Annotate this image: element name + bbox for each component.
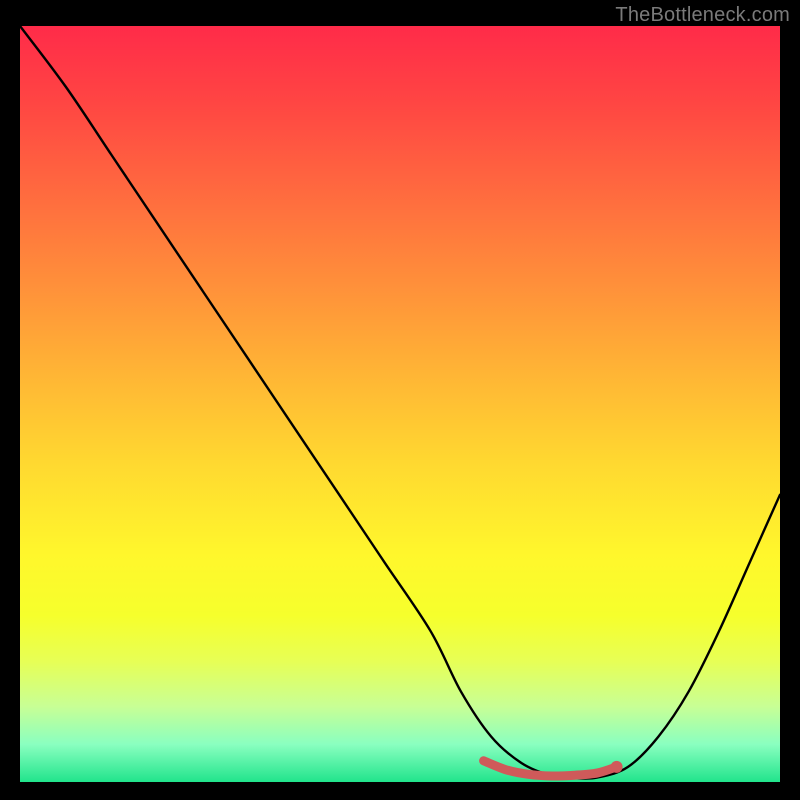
chart-svg [20, 26, 780, 782]
plot-area [20, 26, 780, 782]
watermark-text: TheBottleneck.com [615, 4, 790, 27]
chart-frame: TheBottleneck.com [0, 0, 800, 800]
bottleneck-curve [20, 26, 780, 779]
sweet-spot-marker [484, 761, 617, 776]
sweet-spot-end-dot [611, 761, 623, 773]
